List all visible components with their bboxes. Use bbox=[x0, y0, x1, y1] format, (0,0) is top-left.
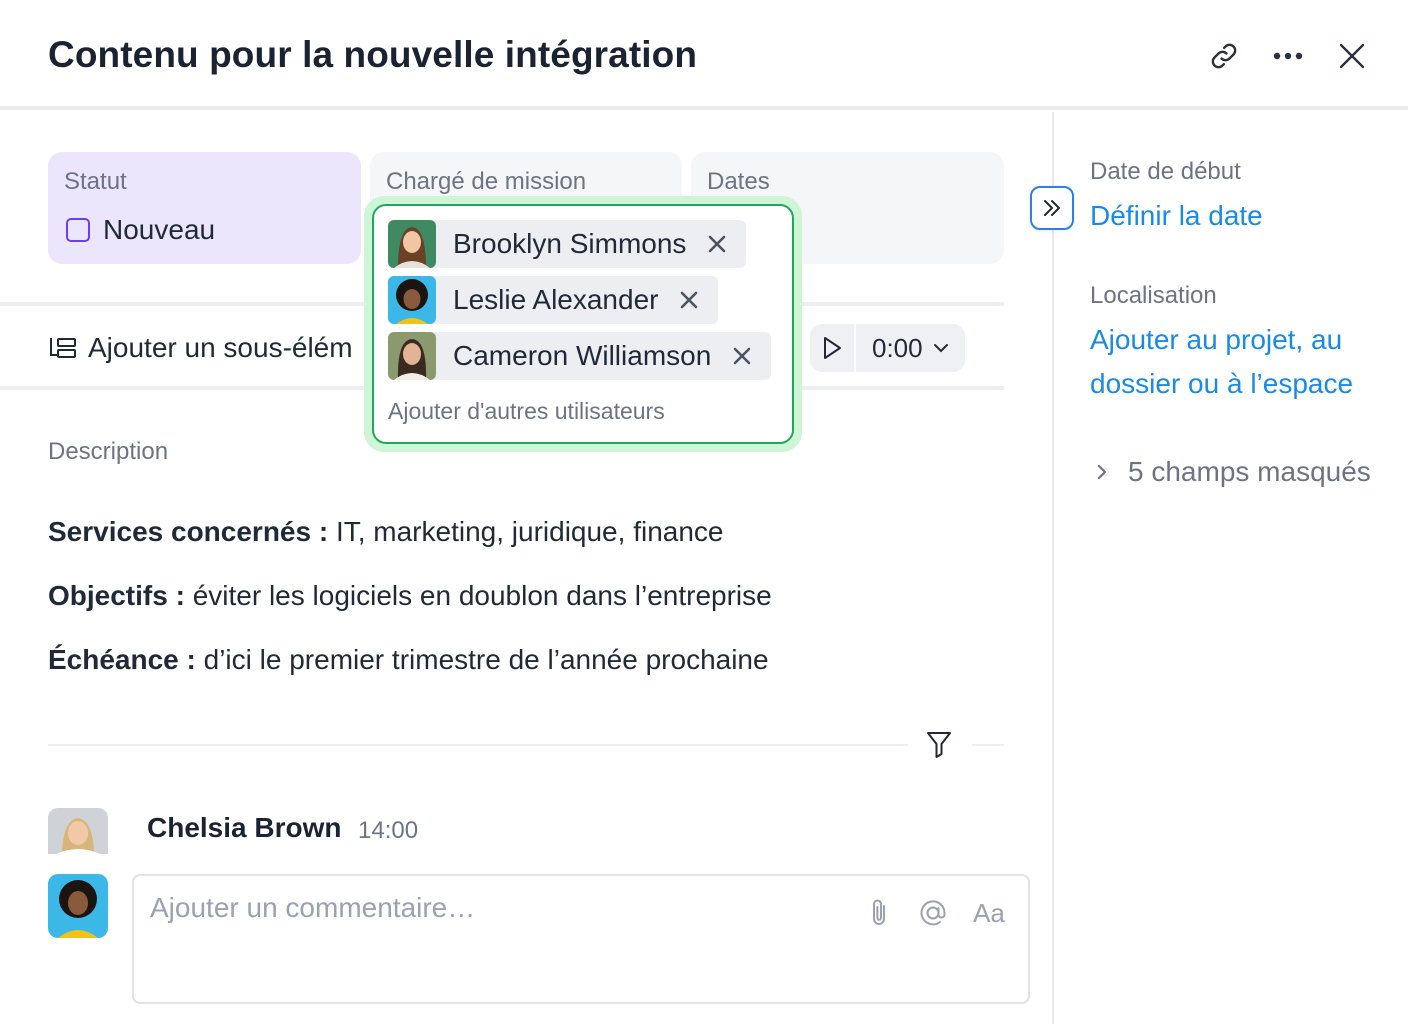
avatar bbox=[388, 332, 436, 380]
add-subitem-label: Ajouter un sous-élém bbox=[88, 332, 353, 363]
assignee-popup: Brooklyn Simmons Leslie Alexander Camero… bbox=[364, 196, 802, 452]
location-label: Localisation bbox=[1090, 282, 1217, 309]
timer-value: 0:00 bbox=[872, 332, 923, 363]
remove-assignee-icon[interactable] bbox=[680, 276, 710, 324]
avatar bbox=[48, 874, 108, 938]
status-value[interactable]: Nouveau bbox=[66, 214, 215, 246]
attachment-icon[interactable] bbox=[862, 896, 896, 930]
task-title[interactable]: Contenu pour la nouvelle intégration bbox=[48, 34, 697, 76]
status-checkbox-icon bbox=[66, 218, 90, 242]
description-line[interactable]: Échéance : d’ici le premier trimestre de… bbox=[48, 644, 769, 676]
avatar bbox=[388, 220, 436, 268]
format-text-icon[interactable]: Aa bbox=[972, 896, 1006, 930]
add-users-input[interactable]: Ajouter d'autres utilisateurs bbox=[388, 398, 665, 425]
assignee-chip[interactable]: Brooklyn Simmons bbox=[388, 220, 747, 268]
assignee-name: Brooklyn Simmons bbox=[453, 228, 687, 259]
set-date-link[interactable]: Définir la date bbox=[1090, 194, 1263, 238]
filter-icon[interactable] bbox=[922, 728, 956, 762]
status-label: Statut bbox=[64, 168, 127, 195]
description-label: Description bbox=[48, 438, 169, 465]
dates-label: Dates bbox=[707, 168, 770, 195]
add-location-link[interactable]: Ajouter au projet, au dossier ou à l’esp… bbox=[1090, 318, 1353, 406]
more-icon[interactable] bbox=[1266, 34, 1310, 78]
subitem-icon bbox=[50, 338, 76, 358]
avatar bbox=[388, 276, 436, 324]
assignee-label: Chargé de mission bbox=[386, 168, 587, 195]
start-date-label: Date de début bbox=[1090, 158, 1241, 185]
close-icon[interactable] bbox=[1330, 34, 1374, 78]
add-subitem-button[interactable]: Ajouter un sous-élém bbox=[48, 332, 353, 364]
remove-assignee-icon[interactable] bbox=[708, 220, 738, 268]
hidden-fields-label: 5 champs masqués bbox=[1128, 456, 1371, 487]
activity-divider bbox=[48, 744, 908, 746]
task-header: Contenu pour la nouvelle intégration bbox=[0, 0, 1408, 110]
comment-author: Chelsia Brown bbox=[147, 812, 342, 843]
status-field[interactable]: Statut Nouveau bbox=[48, 152, 361, 264]
timer-dropdown[interactable]: 0:00 bbox=[856, 324, 965, 372]
assignee-popup-panel: Brooklyn Simmons Leslie Alexander Camero… bbox=[372, 204, 794, 444]
assignee-name: Leslie Alexander bbox=[453, 284, 659, 315]
assignee-chip[interactable]: Cameron Williamson bbox=[388, 332, 772, 380]
assignee-chip[interactable]: Leslie Alexander bbox=[388, 276, 719, 324]
description-line[interactable]: Objectifs : éviter les logiciels en doub… bbox=[48, 580, 772, 612]
play-icon[interactable] bbox=[810, 324, 856, 372]
hidden-fields-toggle[interactable]: 5 champs masqués bbox=[1096, 456, 1371, 488]
mention-icon[interactable] bbox=[916, 896, 950, 930]
comment-placeholder: Ajouter un commentaire… bbox=[150, 892, 476, 923]
assignee-name: Cameron Williamson bbox=[453, 340, 712, 371]
chevron-down-icon bbox=[933, 344, 948, 353]
status-value-text: Nouveau bbox=[103, 214, 216, 245]
link-icon[interactable] bbox=[1202, 34, 1246, 78]
comment-input[interactable]: Ajouter un commentaire… Aa bbox=[132, 874, 1030, 1004]
description-line[interactable]: Services concernés : IT, marketing, juri… bbox=[48, 516, 723, 548]
comment-time: 14:00 bbox=[358, 817, 419, 844]
remove-assignee-icon[interactable] bbox=[733, 332, 763, 380]
activity-divider bbox=[972, 744, 1004, 746]
avatar bbox=[48, 808, 108, 854]
chevron-right-icon bbox=[1097, 464, 1107, 480]
task-sidebar: Date de début Définir la date Localisati… bbox=[1056, 112, 1408, 1024]
time-tracker: 0:00 bbox=[810, 324, 965, 372]
